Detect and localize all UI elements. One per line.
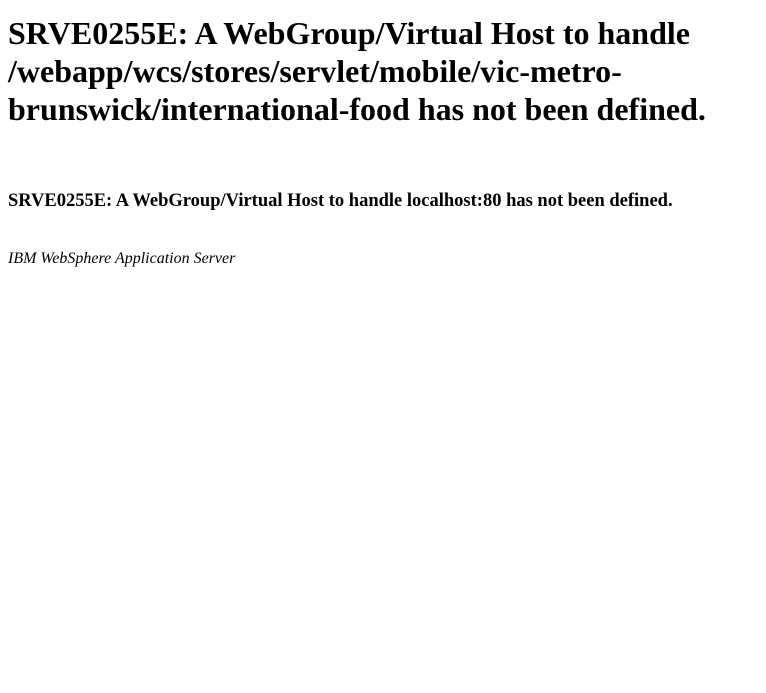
server-signature: IBM WebSphere Application Server xyxy=(8,250,236,267)
error-page: SRVE0255E: A WebGroup/Virtual Host to ha… xyxy=(0,0,766,693)
error-heading: SRVE0255E: A WebGroup/Virtual Host to ha… xyxy=(8,15,706,127)
error-subheading: SRVE0255E: A WebGroup/Virtual Host to ha… xyxy=(8,191,673,211)
